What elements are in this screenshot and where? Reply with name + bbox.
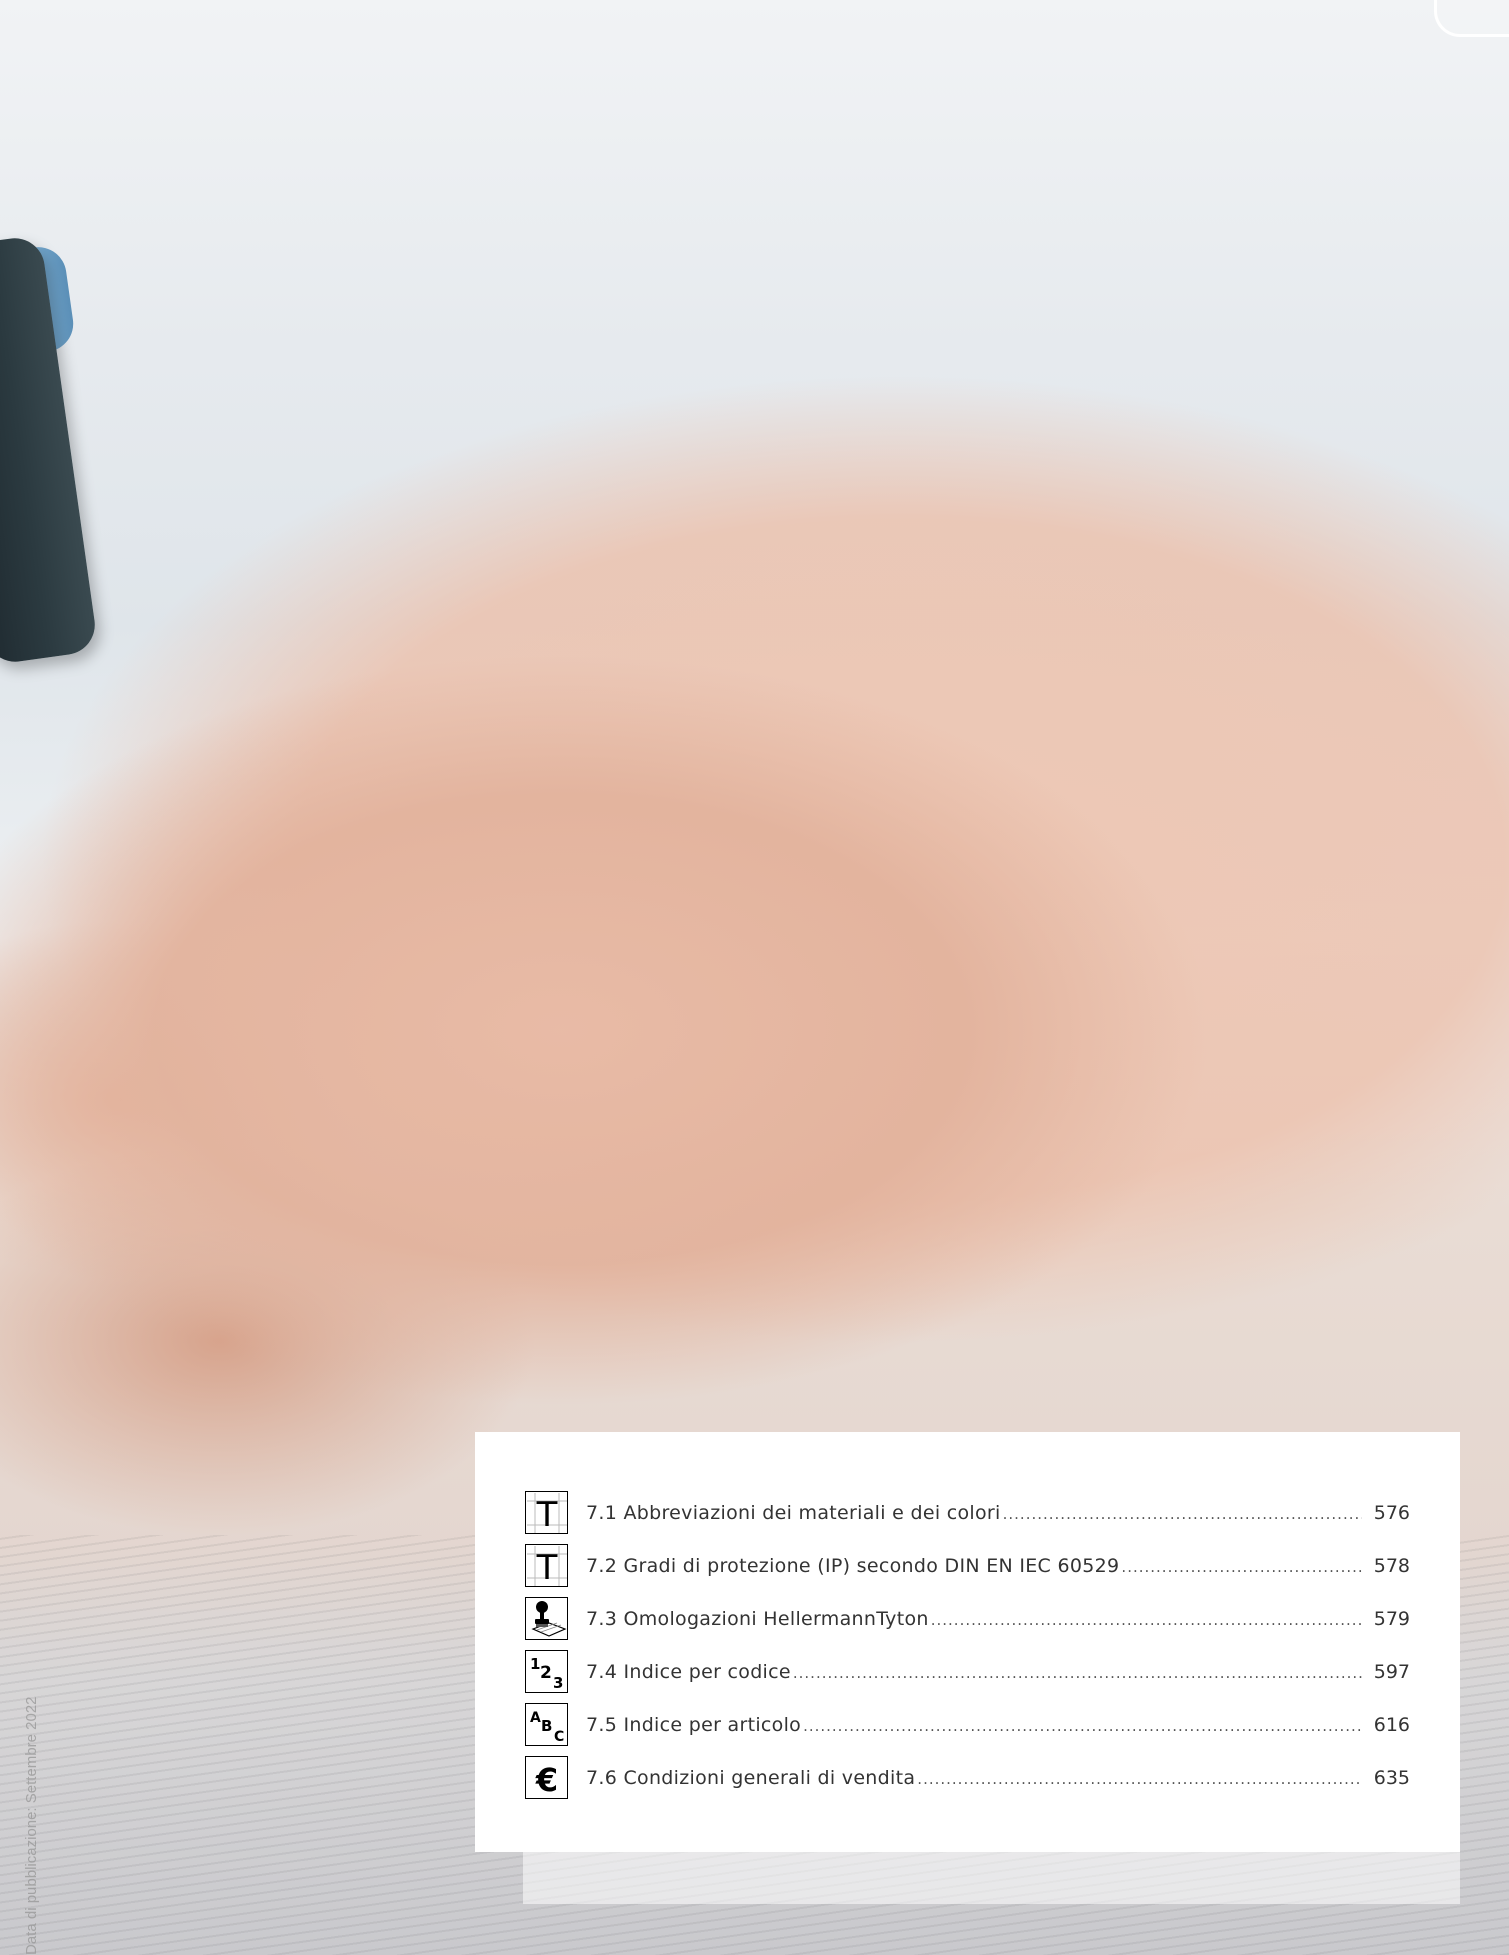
svg-text:€: €: [534, 1761, 557, 1798]
toc-item-7-3[interactable]: 7.3 Omologazioni HellermannTyton .......…: [525, 1592, 1410, 1645]
toc-item-7-1[interactable]: T 7.1 Abbreviazioni dei materiali e dei …: [525, 1486, 1410, 1539]
leader-dots: ........................................…: [803, 1716, 1362, 1735]
svg-text:C: C: [554, 1729, 564, 1745]
toc-item-page: 635: [1373, 1766, 1410, 1789]
leader-dots: ........................................…: [930, 1610, 1362, 1629]
toc-item-label: 7.4 Indice per codice: [586, 1660, 791, 1683]
leader-dots: ........................................…: [917, 1769, 1362, 1788]
toc-item-page: 576: [1373, 1501, 1410, 1524]
svg-text:A: A: [530, 1710, 541, 1726]
toc-item-label: 7.6 Condizioni generali di vendita: [586, 1766, 916, 1789]
leader-dots: ........................................…: [792, 1663, 1362, 1682]
stamp-approval-icon: [525, 1597, 568, 1640]
toc-item-7-6[interactable]: € 7.6 Condizioni generali di vendita ...…: [525, 1751, 1410, 1804]
toc-item-page: 578: [1373, 1554, 1410, 1577]
numeric-index-icon: 1 2 3: [525, 1650, 568, 1693]
svg-text:T: T: [535, 1548, 557, 1586]
corner-tab: [1434, 0, 1509, 37]
toc-item-page: 597: [1373, 1660, 1410, 1683]
toc-item-page: 616: [1373, 1713, 1410, 1736]
table-t-icon: T: [525, 1491, 568, 1534]
toc-item-label: 7.3 Omologazioni HellermannTyton: [586, 1607, 929, 1630]
table-t-icon: T: [525, 1544, 568, 1587]
svg-text:3: 3: [553, 1674, 563, 1692]
toc-item-label: 7.1 Abbreviazioni dei materiali e dei co…: [586, 1501, 1001, 1524]
toc-list: T 7.1 Abbreviazioni dei materiali e dei …: [525, 1486, 1410, 1804]
publication-date: Data di pubblicazione: Settembre 2022: [23, 1696, 40, 1955]
toc-item-7-5[interactable]: A B C 7.5 Indice per articolo ..........…: [525, 1698, 1410, 1751]
svg-text:B: B: [541, 1717, 552, 1735]
euro-icon: €: [525, 1756, 568, 1799]
toc-box-shadow: [523, 1852, 1460, 1904]
svg-text:2: 2: [540, 1663, 552, 1683]
toc-item-7-4[interactable]: 1 2 3 7.4 Indice per codice ............…: [525, 1645, 1410, 1698]
svg-text:T: T: [535, 1495, 557, 1533]
toc-item-label: 7.2 Gradi di protezione (IP) secondo DIN…: [586, 1554, 1120, 1577]
leader-dots: ........................................…: [1002, 1504, 1362, 1523]
toc-item-page: 579: [1373, 1607, 1410, 1630]
leader-dots: ........................................…: [1121, 1557, 1362, 1576]
alphabetical-index-icon: A B C: [525, 1703, 568, 1746]
toc-item-7-2[interactable]: T 7.2 Gradi di protezione (IP) secondo D…: [525, 1539, 1410, 1592]
svg-text:1: 1: [530, 1655, 540, 1673]
toc-item-label: 7.5 Indice per articolo: [586, 1713, 802, 1736]
table-of-contents: T 7.1 Abbreviazioni dei materiali e dei …: [475, 1432, 1460, 1852]
